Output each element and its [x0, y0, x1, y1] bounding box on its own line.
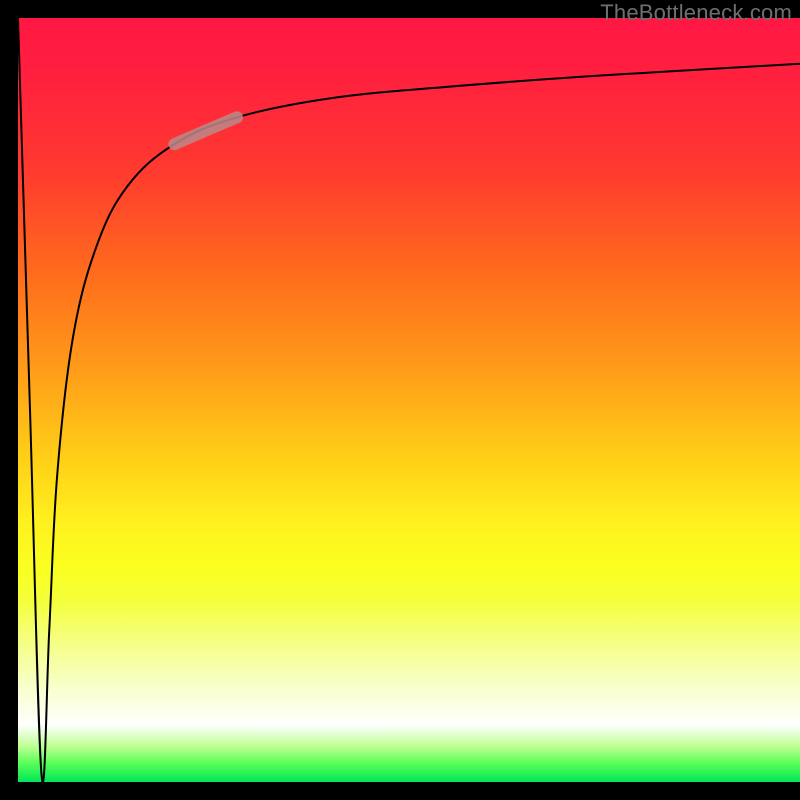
attribution-watermark: TheBottleneck.com [600, 0, 792, 26]
plot-area [18, 18, 800, 782]
curve-highlight-segment [174, 117, 237, 144]
chart-frame: TheBottleneck.com [0, 0, 800, 800]
bottleneck-curve [18, 18, 800, 782]
curve-layer [18, 18, 800, 782]
